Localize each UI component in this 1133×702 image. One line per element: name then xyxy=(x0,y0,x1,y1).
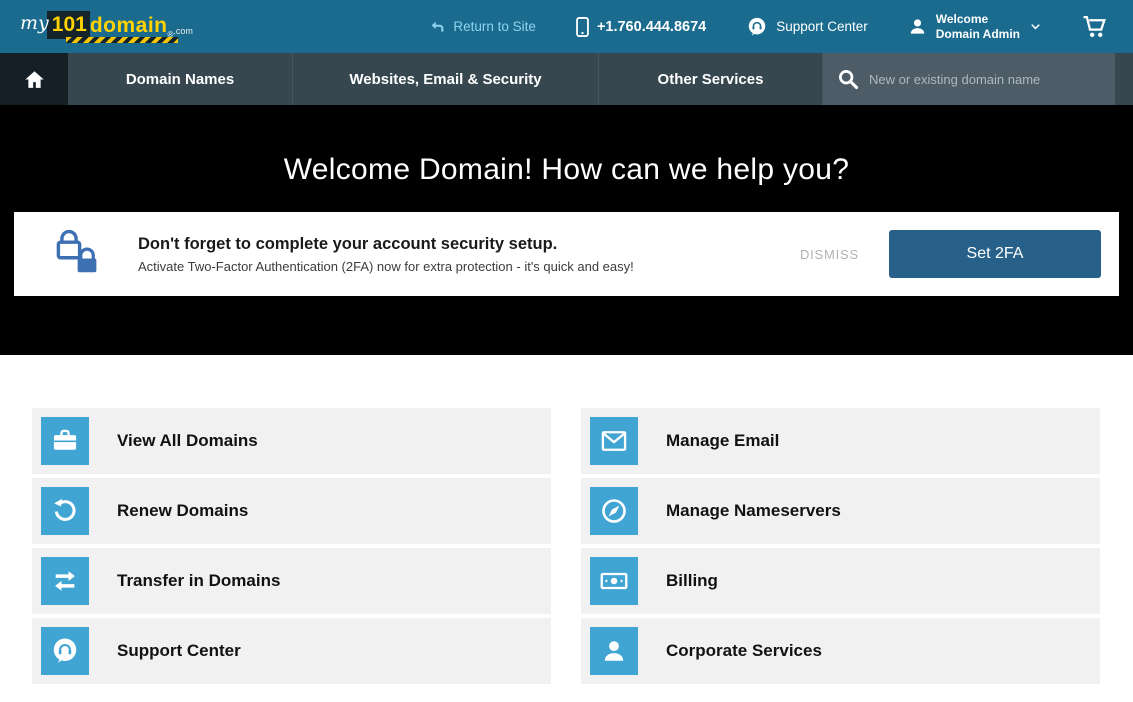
domain-search-box xyxy=(822,53,1115,105)
return-to-site-link[interactable]: Return to Site xyxy=(429,19,536,35)
search-icon xyxy=(837,68,859,90)
main-nav: Domain Names Websites, Email & Security … xyxy=(0,53,1133,105)
transfer-arrows-icon xyxy=(41,557,89,605)
dismiss-button[interactable]: DISMISS xyxy=(800,247,859,262)
card-label: Transfer in Domains xyxy=(117,571,280,591)
banner-subtitle: Activate Two-Factor Authentication (2FA)… xyxy=(138,259,790,274)
support-center-card[interactable]: Support Center xyxy=(32,618,551,684)
topbar: my 101 domain ® .com Return to Site +1.7… xyxy=(0,0,1133,53)
card-label: Renew Domains xyxy=(117,501,248,521)
person-icon xyxy=(908,17,927,36)
domain-search-input[interactable] xyxy=(869,72,1101,87)
chevron-down-icon xyxy=(1029,20,1042,33)
home-tab[interactable] xyxy=(0,53,68,105)
billing-card[interactable]: Billing xyxy=(581,548,1100,614)
banknote-icon xyxy=(590,557,638,605)
nav-tab-other-services[interactable]: Other Services xyxy=(598,53,822,105)
card-label: Support Center xyxy=(117,641,241,661)
page-title: Welcome Domain! How can we help you? xyxy=(0,105,1133,187)
headset-bubble-icon xyxy=(41,627,89,675)
envelope-icon xyxy=(590,417,638,465)
topbar-actions: Return to Site +1.760.444.8674 Support C… xyxy=(429,12,1109,42)
banner-title: Don't forget to complete your account se… xyxy=(138,235,790,254)
nav-endcap xyxy=(1115,53,1133,105)
card-label: View All Domains xyxy=(117,431,258,451)
site-logo[interactable]: my 101 domain ® .com xyxy=(20,11,193,43)
manage-nameservers-card[interactable]: Manage Nameservers xyxy=(581,478,1100,544)
account-menu[interactable]: Welcome Domain Admin xyxy=(908,12,1042,42)
quick-links: View All Domains Renew Domains Transfer … xyxy=(0,355,1133,684)
account-welcome-text: Welcome Domain Admin xyxy=(936,12,1020,42)
quick-links-left-column: View All Domains Renew Domains Transfer … xyxy=(32,408,551,684)
briefcase-icon xyxy=(41,417,89,465)
card-label: Manage Nameservers xyxy=(666,501,841,521)
return-to-site-label: Return to Site xyxy=(453,19,536,34)
nav-tab-domain-names[interactable]: Domain Names xyxy=(68,53,292,105)
person-icon xyxy=(590,627,638,675)
set-2fa-button[interactable]: Set 2FA xyxy=(889,230,1101,278)
logo-101: 101 xyxy=(47,11,90,39)
card-label: Manage Email xyxy=(666,431,779,451)
manage-email-card[interactable]: Manage Email xyxy=(581,408,1100,474)
view-all-domains-card[interactable]: View All Domains xyxy=(32,408,551,474)
quick-links-right-column: Manage Email Manage Nameservers Billing … xyxy=(581,408,1100,684)
home-icon xyxy=(24,69,45,90)
transfer-in-domains-card[interactable]: Transfer in Domains xyxy=(32,548,551,614)
nav-tab-websites-email-security[interactable]: Websites, Email & Security xyxy=(292,53,598,105)
mobile-phone-icon xyxy=(576,17,589,37)
renew-domains-card[interactable]: Renew Domains xyxy=(32,478,551,544)
card-label: Billing xyxy=(666,571,718,591)
banner-text: Don't forget to complete your account se… xyxy=(138,235,800,274)
headset-bubble-icon xyxy=(746,16,768,38)
logo-my: my xyxy=(20,14,49,39)
security-banner: Don't forget to complete your account se… xyxy=(14,212,1119,296)
renew-arrow-icon xyxy=(41,487,89,535)
hero-section: Welcome Domain! How can we help you? Don… xyxy=(0,105,1133,355)
logo-stripes xyxy=(66,37,178,43)
card-label: Corporate Services xyxy=(666,641,822,661)
return-arrow-icon xyxy=(429,19,445,35)
compass-icon xyxy=(590,487,638,535)
support-center-link[interactable]: Support Center xyxy=(746,16,868,38)
phone-link[interactable]: +1.760.444.8674 xyxy=(576,17,706,37)
corporate-services-card[interactable]: Corporate Services xyxy=(581,618,1100,684)
lock-icon xyxy=(14,224,138,284)
logo-domain: domain xyxy=(90,15,168,39)
support-center-label: Support Center xyxy=(776,19,868,34)
phone-number: +1.760.444.8674 xyxy=(597,19,706,35)
cart-icon[interactable] xyxy=(1082,14,1109,39)
